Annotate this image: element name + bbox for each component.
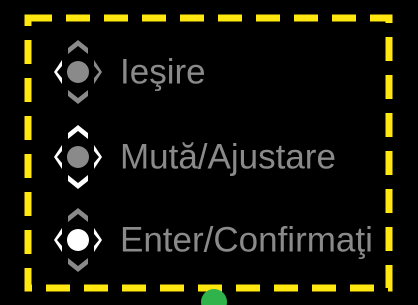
joystick-left-press-icon xyxy=(54,40,102,104)
menu-item-enter-confirm[interactable]: Enter/Confirmaţi xyxy=(40,198,410,282)
menu-item-move-adjust[interactable]: Mută/Ajustare xyxy=(40,115,410,199)
osd-menu-screen: Ieşire Mută/Ajustare Enter/Confirmaţi xyxy=(0,0,418,305)
menu-item-label: Enter/Confirmaţi xyxy=(120,220,373,260)
menu-item-label: Ieşire xyxy=(120,52,206,92)
joystick-move-icon xyxy=(54,125,102,189)
joystick-center-press-icon xyxy=(54,208,102,272)
menu-item-exit[interactable]: Ieşire xyxy=(40,30,410,114)
menu-item-label: Mută/Ajustare xyxy=(120,137,336,177)
